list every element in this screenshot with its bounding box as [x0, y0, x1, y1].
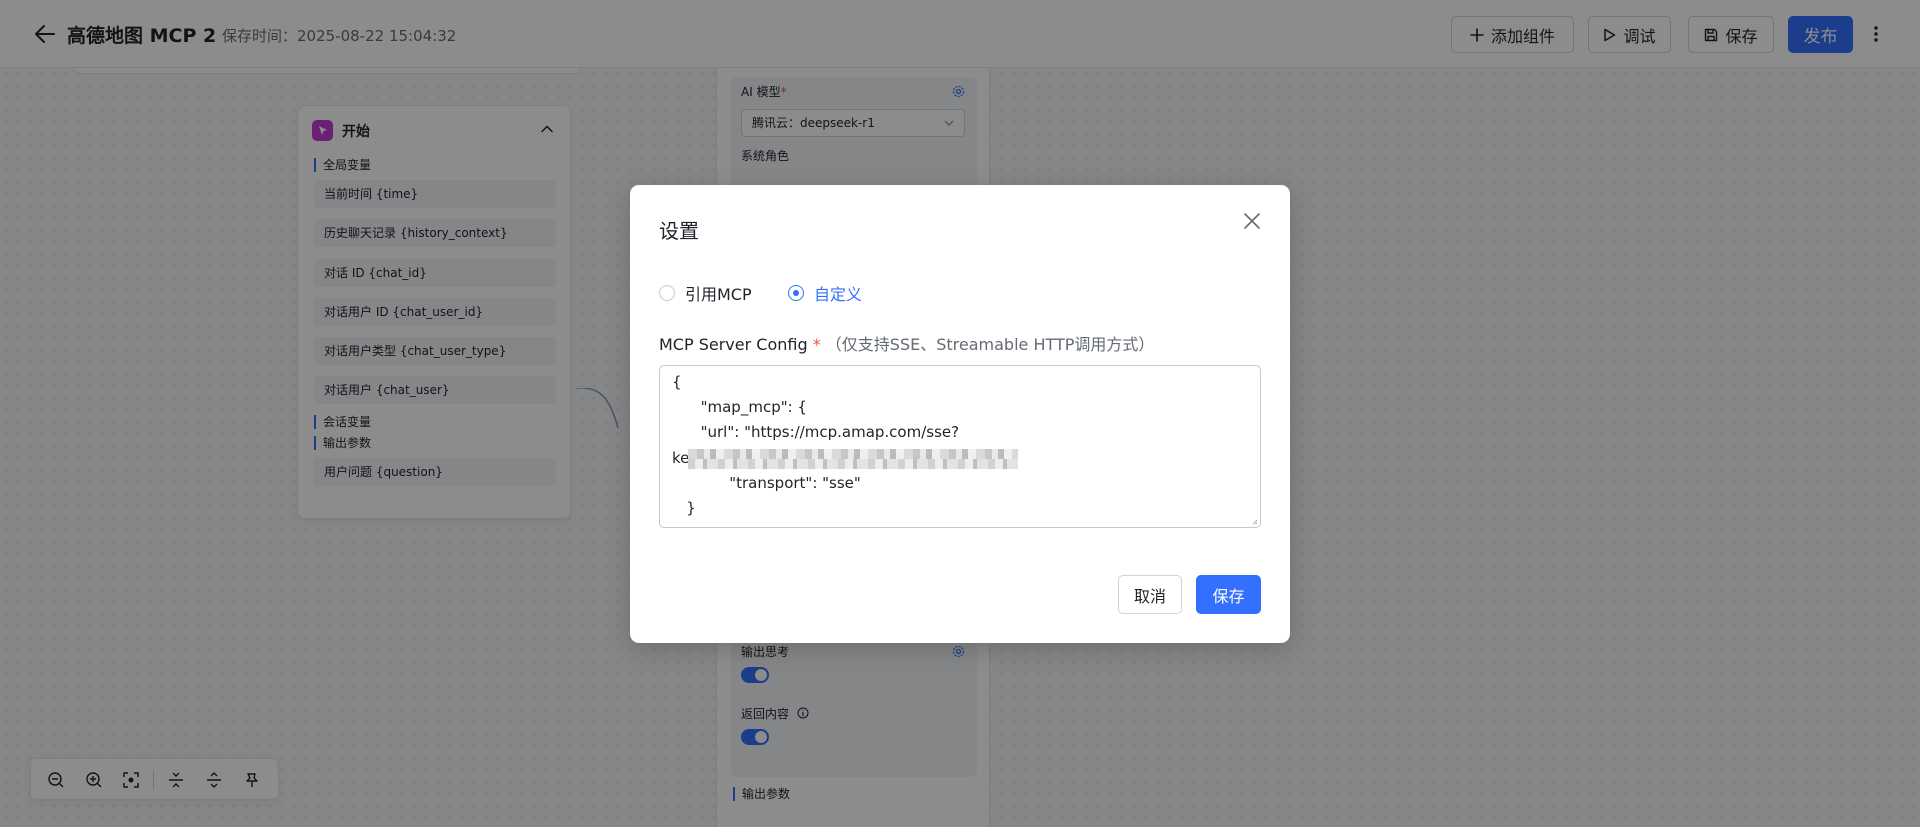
code-line: "transport": "sse" [672, 474, 861, 492]
radio-custom-label: 自定义 [814, 285, 863, 304]
radio-reference-mcp[interactable]: 引用MCP [659, 281, 752, 305]
mcp-config-textarea[interactable]: { "map_mcp": { "url": "https://mcp.amap.… [659, 365, 1261, 528]
cancel-button[interactable]: 取消 [1118, 575, 1182, 614]
resize-grip-icon[interactable] [1252, 519, 1258, 525]
close-icon[interactable] [1242, 211, 1262, 231]
mcp-config-hint: （仅支持SSE、Streamable HTTP调用方式） [825, 335, 1155, 354]
code-line: ke [672, 449, 690, 467]
save-button[interactable]: 保存 [1196, 575, 1261, 614]
radio-circle-checked[interactable] [788, 285, 804, 301]
radio-custom[interactable]: 自定义 [788, 281, 862, 305]
redacted-api-key [688, 449, 1018, 469]
mcp-config-label: MCP Server Config * （仅支持SSE、Streamable H… [659, 335, 1155, 354]
code-line: } [672, 499, 696, 517]
dialog-title: 设置 [659, 219, 699, 243]
radio-circle[interactable] [659, 285, 675, 301]
code-line: { [672, 373, 682, 391]
code-line: "url": "https://mcp.amap.com/sse? [672, 423, 960, 441]
code-line: "map_mcp": { [672, 398, 807, 416]
radio-reference-label: 引用MCP [685, 285, 752, 304]
settings-dialog: 设置 引用MCP 自定义 MCP Server Config * （仅支持SSE… [630, 185, 1290, 643]
